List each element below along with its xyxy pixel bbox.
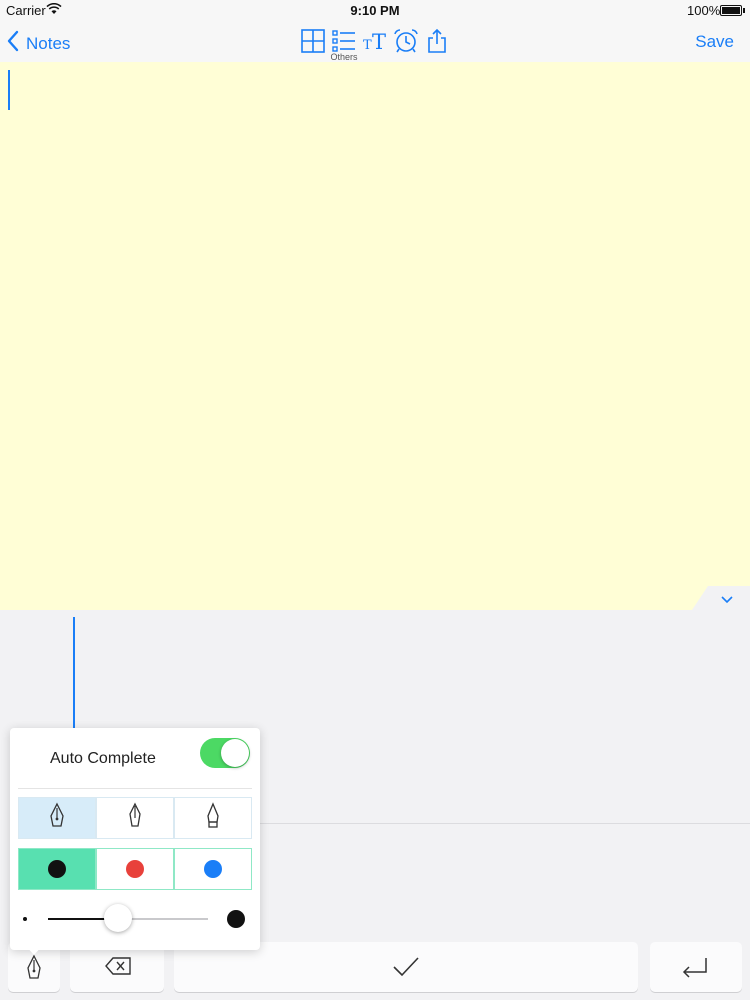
- chevron-left-icon: [6, 30, 20, 57]
- fountain-pen-icon: [24, 954, 44, 987]
- save-button[interactable]: Save: [695, 32, 734, 52]
- toggle-knob: [221, 739, 249, 767]
- pen-style-selector: [18, 797, 252, 839]
- calligraphy-pen-icon: [125, 802, 145, 835]
- chevron-down-icon: [720, 592, 734, 610]
- return-icon: [680, 956, 710, 983]
- auto-complete-label: Auto Complete: [50, 750, 156, 767]
- color-swatch-red: [126, 860, 144, 878]
- text-cursor: [8, 70, 10, 110]
- battery-icon: [720, 5, 742, 16]
- thick-stroke-icon: [227, 910, 245, 928]
- pen-style-calligraphy[interactable]: [96, 797, 174, 839]
- color-swatch-black: [48, 860, 66, 878]
- stroke-width-thumb[interactable]: [104, 904, 133, 932]
- svg-text:T: T: [363, 38, 372, 53]
- status-bar: Carrier 9:10 PM 100%: [0, 0, 750, 22]
- color-swatch-blue: [204, 860, 222, 878]
- ink-color-selector: [18, 848, 252, 890]
- pen-style-fountain[interactable]: [18, 797, 96, 839]
- note-editor[interactable]: [0, 62, 750, 610]
- battery-tip: [743, 8, 745, 13]
- marker-pen-icon: [203, 801, 223, 835]
- svg-text:T: T: [372, 30, 386, 54]
- alarm-clock-icon[interactable]: [393, 28, 419, 54]
- navigation-bar: Notes TT Others Save: [0, 22, 750, 62]
- grid-icon[interactable]: [300, 28, 326, 54]
- thin-stroke-icon: [23, 917, 27, 921]
- pen-style-marker[interactable]: [174, 797, 252, 839]
- checkmark-icon: [392, 956, 420, 983]
- writing-area-divider: [260, 823, 750, 824]
- clock: 9:10 PM: [350, 3, 400, 18]
- others-label: Others: [330, 52, 358, 62]
- back-label: Notes: [26, 33, 71, 53]
- fountain-pen-icon: [47, 802, 67, 835]
- popover-divider: [18, 788, 252, 789]
- text-size-icon[interactable]: TT: [362, 28, 388, 54]
- pen-settings-popover: Auto Complete: [10, 728, 260, 950]
- color-option-blue[interactable]: [174, 848, 252, 890]
- popover-arrow: [26, 946, 42, 955]
- share-icon[interactable]: [424, 28, 450, 54]
- writing-guide-line: [73, 617, 75, 729]
- back-button[interactable]: Notes: [6, 30, 70, 57]
- battery-percent: 100%: [687, 3, 721, 18]
- auto-complete-toggle[interactable]: [200, 738, 250, 768]
- color-option-black[interactable]: [18, 848, 96, 890]
- list-icon[interactable]: [331, 28, 357, 54]
- backspace-icon: [104, 956, 132, 981]
- color-option-red[interactable]: [96, 848, 174, 890]
- return-key[interactable]: [650, 942, 742, 992]
